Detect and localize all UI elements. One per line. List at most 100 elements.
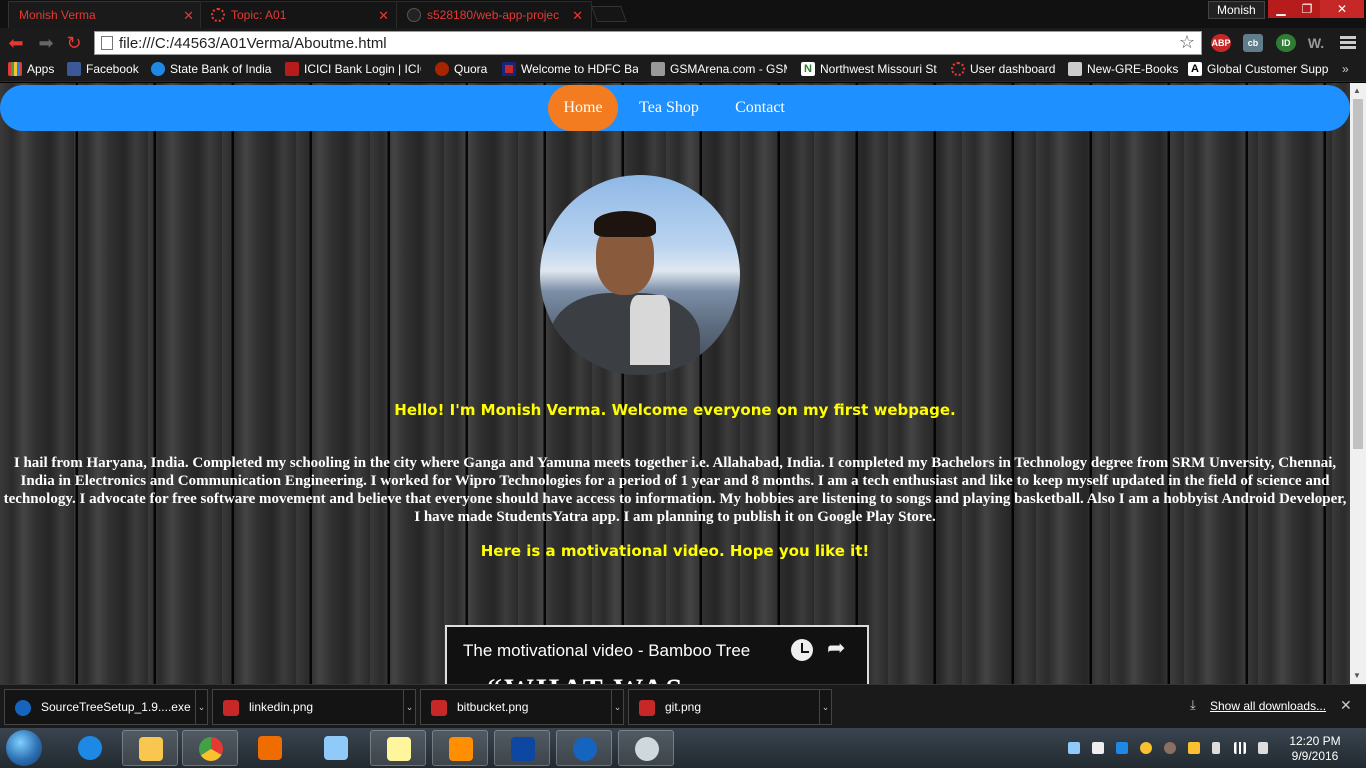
tab-close-icon[interactable]: ✕	[572, 8, 583, 24]
notes-icon	[387, 737, 411, 761]
tab-title: s528180/web-app-projec	[427, 8, 560, 22]
northwest-icon: N	[801, 62, 815, 76]
download-item[interactable]: git.png ⌄	[628, 689, 832, 725]
tab-close-icon[interactable]: ✕	[183, 8, 194, 24]
tab-topic-a01[interactable]: Topic: A01 ✕	[200, 1, 398, 28]
chrome-task[interactable]	[182, 730, 238, 766]
maximize-button[interactable]: ❐	[1294, 0, 1320, 18]
bookmark-label: GSMArena.com - GSM	[670, 62, 787, 76]
sticky-notes-task[interactable]	[370, 730, 426, 766]
download-filename: git.png	[665, 700, 702, 714]
tray-app-icon[interactable]	[1092, 742, 1104, 754]
photo-collar	[630, 295, 670, 365]
windows-taskbar: 12:20 PM 9/9/2016	[0, 728, 1366, 768]
download-item[interactable]: SourceTreeSetup_1.9....exe ⌄	[4, 689, 208, 725]
profile-button[interactable]: Monish	[1208, 1, 1265, 19]
start-button[interactable]	[6, 730, 42, 766]
bookmark-gre-books[interactable]: New-GRE-Books	[1068, 62, 1180, 76]
close-icon[interactable]: ✕	[1340, 697, 1352, 714]
sublime-task[interactable]	[432, 730, 488, 766]
battery-icon[interactable]	[1212, 742, 1220, 754]
chevron-down-icon[interactable]: ⌄	[195, 690, 207, 724]
image-file-icon	[431, 700, 447, 716]
sourcetree-task[interactable]	[556, 730, 612, 766]
download-item[interactable]: linkedin.png ⌄	[212, 689, 416, 725]
chevron-down-icon[interactable]: ⌄	[403, 690, 415, 724]
apps-grid-icon	[8, 62, 22, 76]
bookmark-sbi[interactable]: State Bank of India	[151, 62, 275, 76]
tray-network-icon[interactable]	[1068, 742, 1080, 754]
nav-tea-shop-link[interactable]: Tea Shop	[632, 85, 706, 131]
tab-github-repo[interactable]: s528180/web-app-projec ✕	[396, 1, 592, 28]
adblock-extension-icon[interactable]: ABP	[1211, 34, 1231, 52]
minimize-button[interactable]: ▁	[1268, 0, 1294, 18]
bookmark-label: Northwest Missouri St	[820, 62, 937, 76]
file-explorer-task[interactable]	[122, 730, 178, 766]
nav-contact-link[interactable]: Contact	[726, 85, 794, 131]
tab-close-icon[interactable]: ✕	[378, 8, 389, 24]
media-player-task[interactable]	[242, 730, 298, 766]
dashboard-icon	[951, 62, 965, 76]
back-arrow-icon[interactable]: ⬅	[6, 33, 26, 53]
paint-task[interactable]	[618, 730, 674, 766]
bookmark-star-icon[interactable]: ☆	[1179, 32, 1195, 53]
reload-icon[interactable]: ↻	[64, 33, 84, 53]
download-item[interactable]: bitbucket.png ⌄	[420, 689, 624, 725]
bookmark-gsmarena[interactable]: GSMArena.com - GSM	[651, 62, 787, 76]
page-icon	[1068, 62, 1082, 76]
tray-outlook-icon[interactable]	[1116, 742, 1128, 754]
bookmark-hdfc[interactable]: Welcome to HDFC Ba	[502, 62, 638, 76]
close-window-button[interactable]: ✕	[1320, 0, 1364, 18]
tray-chrome-icon[interactable]	[1140, 742, 1152, 754]
watch-later-icon[interactable]	[791, 639, 813, 661]
outlook-task[interactable]	[494, 730, 550, 766]
nav-home-link[interactable]: Home	[548, 85, 618, 131]
w-extension-icon[interactable]: W.	[1306, 34, 1326, 52]
bookmark-label: User dashboard	[970, 62, 1056, 76]
page-icon	[101, 36, 113, 50]
tray-folder-icon[interactable]	[1188, 742, 1200, 754]
scroll-down-icon[interactable]: ▼	[1353, 671, 1361, 680]
internet-explorer-task[interactable]	[62, 730, 118, 766]
signal-icon[interactable]	[1234, 742, 1246, 754]
cube-icon	[324, 736, 348, 760]
scroll-up-icon[interactable]: ▲	[1353, 86, 1361, 95]
page-scrollbar[interactable]: ▲ ▼	[1350, 83, 1366, 684]
url-text[interactable]: file:///C:/44563/A01Verma/Aboutme.html	[119, 35, 387, 52]
browser-toolbar: ⬅ ➡ ↻ file:///C:/44563/A01Verma/Aboutme.…	[0, 28, 1366, 58]
show-all-downloads-link[interactable]: Show all downloads...	[1210, 699, 1326, 713]
gsmarena-icon	[651, 62, 665, 76]
menu-icon[interactable]	[1340, 36, 1356, 51]
bookmarks-overflow-icon[interactable]: »	[1342, 62, 1349, 76]
bookmark-global-support[interactable]: A Global Customer Supp	[1188, 62, 1328, 76]
quora-icon	[435, 62, 449, 76]
system-clock[interactable]: 12:20 PM 9/9/2016	[1286, 734, 1344, 764]
new-tab-button[interactable]	[591, 6, 627, 22]
chevron-down-icon[interactable]: ⌄	[611, 690, 623, 724]
cb-extension-icon[interactable]: cb	[1243, 34, 1263, 52]
video-embed[interactable]: The motivational video - Bamboo Tree ➦ “…	[445, 625, 869, 684]
clock-date: 9/9/2016	[1291, 749, 1339, 763]
bookmark-quora[interactable]: Quora	[435, 62, 493, 76]
chevron-down-icon[interactable]: ⌄	[819, 690, 831, 724]
bookmark-icici[interactable]: ICICI Bank Login | ICIC	[285, 62, 421, 76]
address-bar[interactable]: file:///C:/44563/A01Verma/Aboutme.html ☆	[94, 31, 1202, 55]
share-icon[interactable]: ➦	[827, 635, 845, 661]
forward-arrow-icon[interactable]: ➡	[36, 33, 56, 53]
bookmark-apps[interactable]: Apps	[8, 62, 60, 76]
profile-photo	[540, 175, 740, 375]
tab-monish-verma[interactable]: Monish Verma ✕	[8, 1, 203, 28]
video-title[interactable]: The motivational video - Bamboo Tree	[463, 641, 750, 661]
support-icon: A	[1188, 62, 1202, 76]
tray-app-icon[interactable]	[1164, 742, 1176, 754]
bookmark-northwest[interactable]: N Northwest Missouri St	[801, 62, 937, 76]
volume-icon[interactable]	[1258, 742, 1268, 754]
id-extension-icon[interactable]: ID	[1276, 34, 1296, 52]
bookmark-facebook[interactable]: Facebook	[67, 62, 145, 76]
tab-title: Topic: A01	[231, 8, 287, 22]
folder-icon	[139, 737, 163, 761]
bookmark-user-dashboard[interactable]: User dashboard	[951, 62, 1061, 76]
scrollbar-thumb[interactable]	[1353, 99, 1363, 449]
virtualbox-task[interactable]	[308, 730, 364, 766]
title-bar: Monish Verma ✕ Topic: A01 ✕ s528180/web-…	[0, 0, 1366, 28]
